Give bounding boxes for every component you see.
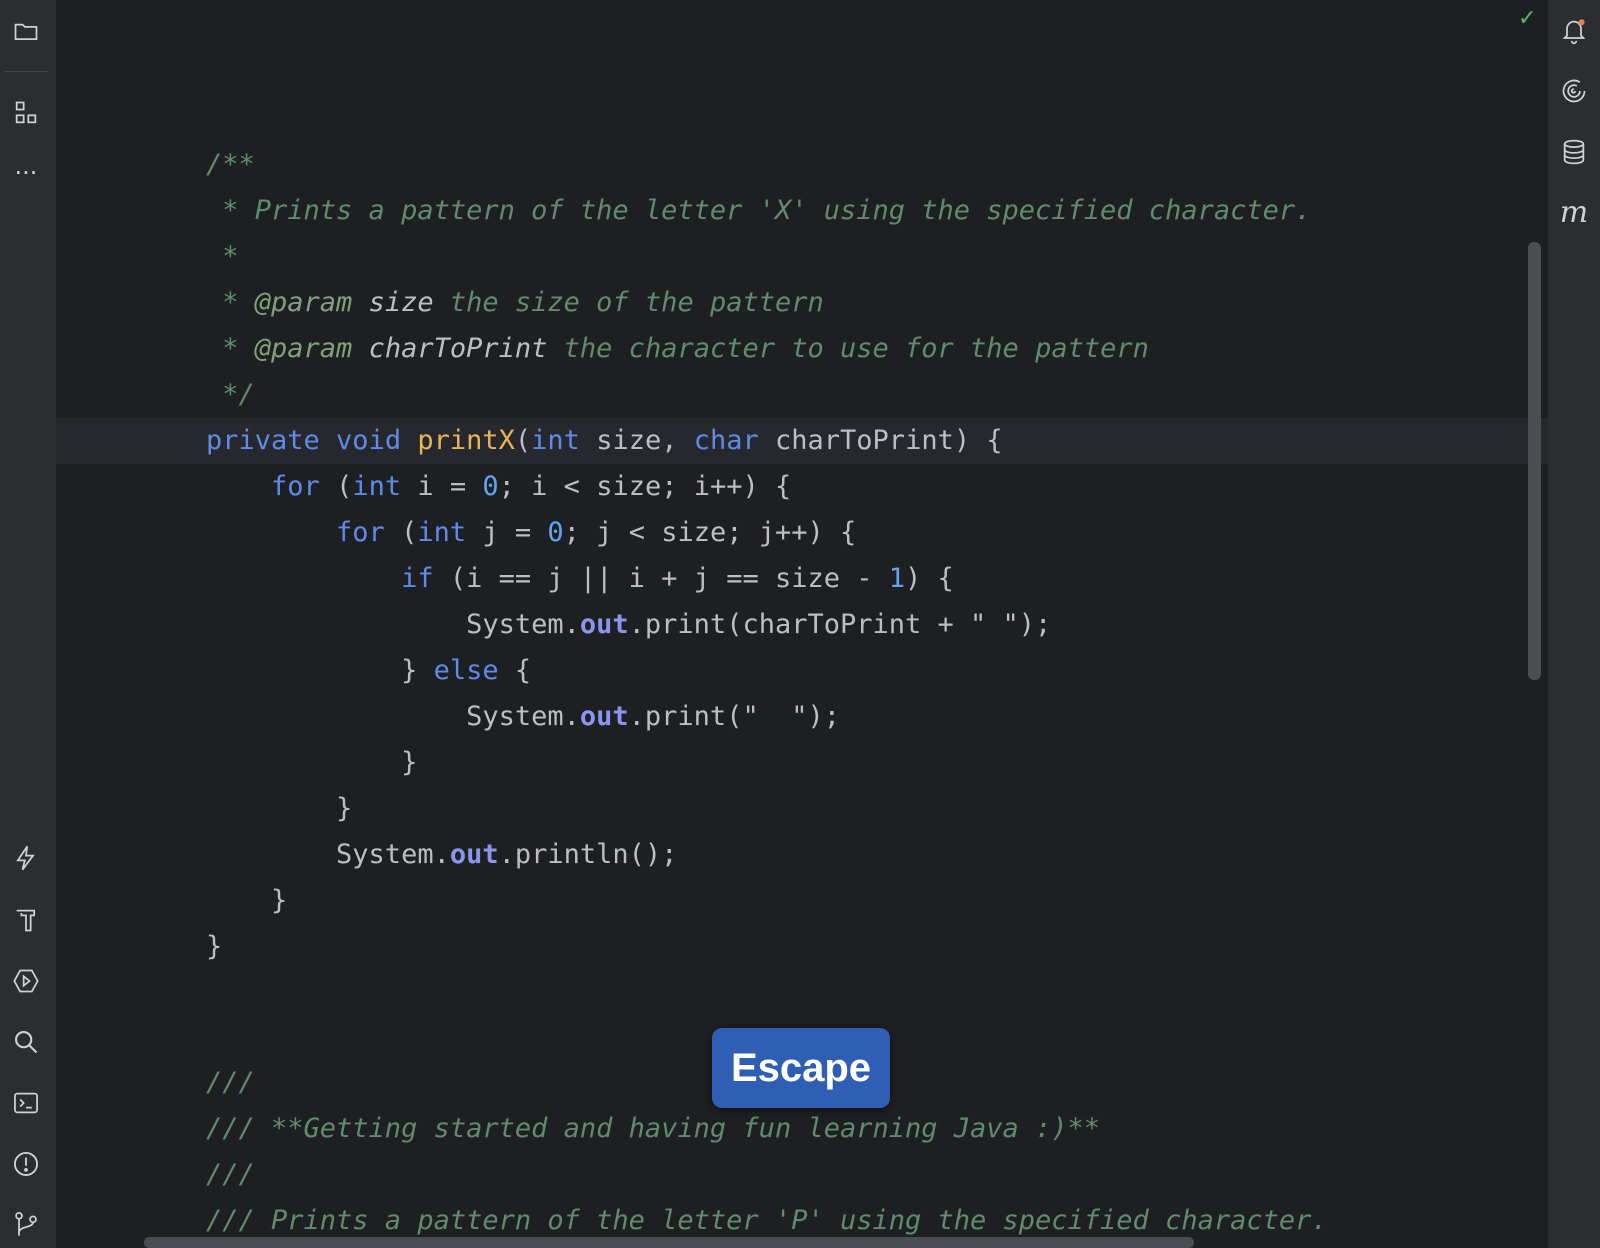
horizontal-scrollbar[interactable] [144,1237,1194,1248]
code-text: ; i < size; i++) { [498,471,792,502]
keyword: void [319,425,418,456]
code-line: } else { [206,651,531,691]
code-text: .println(); [498,839,678,870]
code-line: for (int j = 0; j < size; j++) { [206,513,856,553]
number-literal: 0 [482,471,499,502]
doc-comment-line: /// **Getting started and having fun lea… [206,1113,1101,1144]
code-text: System. [206,701,580,732]
code-text: .print(" "); [628,701,840,732]
doc-param-name: charToPrint [352,333,548,364]
keyword: else [433,655,499,686]
doc-tag: @param [254,287,353,318]
code-line: if (i == j || i + j == size - 1) { [206,559,954,599]
problems-icon[interactable] [11,1149,41,1179]
code-text: System. [206,609,580,640]
toolbar-separator [4,71,48,72]
code-text: } [206,655,434,686]
code-text: j = [466,517,548,548]
folder-icon[interactable] [11,16,41,46]
code-text: charToPrint) { [758,425,1003,456]
doc-param-desc: the size of the pattern [433,287,824,318]
notifications-icon[interactable] [1559,16,1589,46]
code-line: } [206,885,288,916]
static-field: out [579,701,629,732]
code-text: ; j < size; j++) { [563,517,857,548]
code-line: System.out.println(); [206,835,677,875]
number-literal: 1 [888,563,906,594]
doc-comment-line: */ [206,379,255,410]
doc-param-name: size [352,287,434,318]
number-literal: 0 [547,517,564,548]
doc-tag: @param [254,333,353,364]
search-icon[interactable] [11,1027,41,1057]
doc-comment-line: /// Prints a pattern of the letter 'P' u… [206,1205,1328,1236]
doc-comment-line: * Prints a pattern of the letter 'X' usi… [206,195,1312,226]
code-text: .print(charToPrint + " "); [628,609,1052,640]
code-line: } [206,931,223,962]
swirl-icon[interactable] [1559,76,1589,106]
code-line: private void printX(int size, char charT… [206,421,1003,461]
keyword: for [271,471,320,502]
structure-icon[interactable] [11,98,41,128]
keyword: for [336,517,385,548]
doc-comment-line: * [206,241,239,272]
inspection-ok-icon[interactable]: ✓ [1518,6,1536,31]
doc-comment-line: /// [206,1067,255,1098]
doc-star: * [206,333,255,364]
code-line: System.out.print(" "); [206,697,840,737]
lightning-icon[interactable] [11,843,41,873]
code-text: (i == j || i + j == size - [433,563,889,594]
run-icon[interactable] [11,966,41,996]
terminal-icon[interactable] [11,1088,41,1118]
vertical-scrollbar[interactable] [1528,242,1541,680]
left-tool-window-bar: ··· [0,0,56,1248]
escape-key-overlay: Escape [712,1028,890,1108]
code-text: size, [579,425,694,456]
keyword: private [206,425,320,456]
code-line: System.out.print(charToPrint + " "); [206,605,1051,645]
code-text: i = [401,471,483,502]
code-text: ) { [905,563,954,594]
doc-comment-line: /** [206,149,255,180]
doc-comment-param-line: * @param size the size of the pattern [206,283,824,323]
git-icon[interactable] [11,1209,41,1239]
static-field: out [449,839,499,870]
code-line: for (int i = 0; i < size; i++) { [206,467,791,507]
code-line: } [206,747,418,778]
keyword: int [531,425,580,456]
more-icon[interactable]: ··· [11,158,41,188]
keyword: int [352,471,402,502]
doc-star: * [206,287,255,318]
doc-comment-line: /// [206,1159,255,1190]
code-line: } [206,793,353,824]
keyword: char [693,425,759,456]
code-text: System. [206,839,450,870]
maven-icon[interactable]: m [1559,195,1589,230]
method-name: printX [417,425,515,456]
code-text: ( [384,517,418,548]
right-tool-window-bar: m [1548,0,1600,1248]
doc-param-desc: the character to use for the pattern [547,333,1149,364]
keyword: int [417,517,467,548]
code-text: ( [319,471,353,502]
static-field: out [579,609,629,640]
hammer-icon[interactable] [11,905,41,935]
database-icon[interactable] [1559,137,1589,167]
doc-comment-param-line: * @param charToPrint the character to us… [206,329,1149,369]
code-text: ( [514,425,532,456]
keyword: if [401,563,434,594]
code-text: { [498,655,532,686]
